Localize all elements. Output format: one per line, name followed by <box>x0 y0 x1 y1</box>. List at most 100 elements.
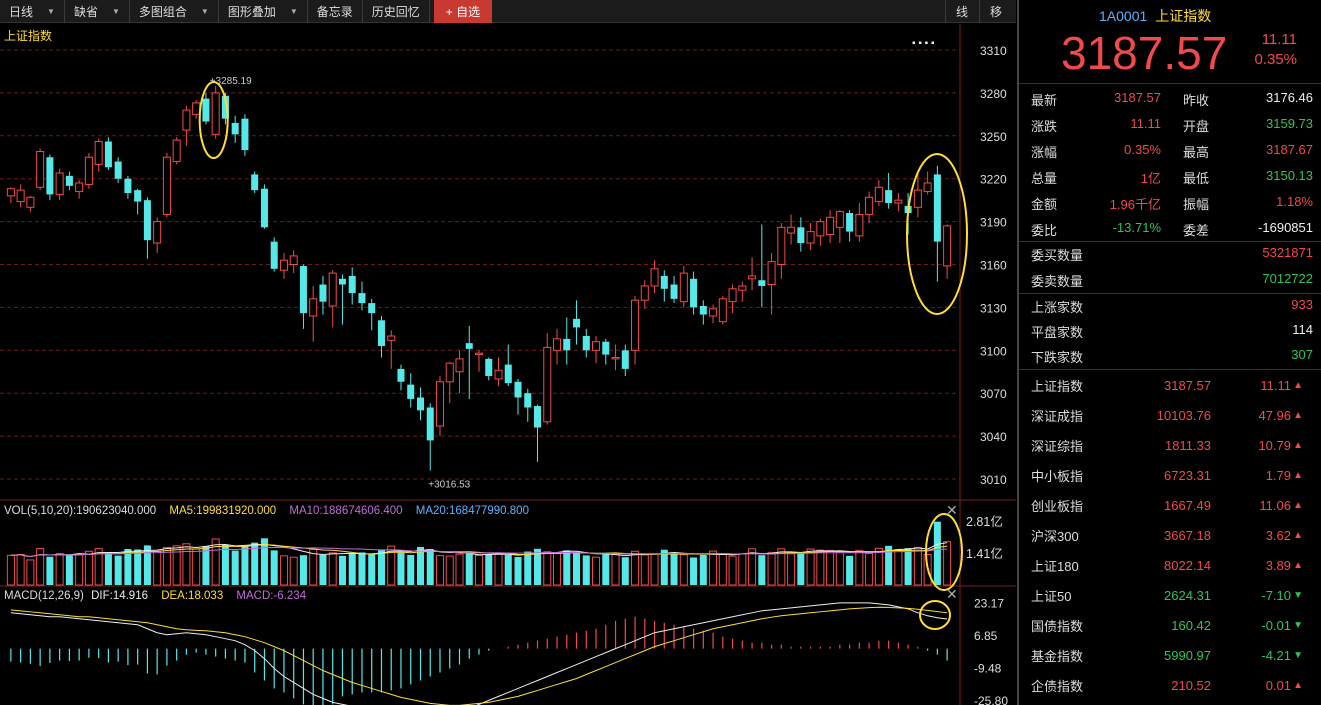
index-price: 10103.76 <box>1156 407 1211 423</box>
candle-body <box>602 341 610 355</box>
candle-body <box>524 393 532 408</box>
move-button[interactable]: 移 <box>979 0 1012 23</box>
kline-chart[interactable]: 3310 3280 3250 3220 3190 3160 3130 3100 3070 3040… <box>0 24 1016 705</box>
index-row[interactable]: 上证180 8022.14 3.89 ▲ <box>1019 550 1321 580</box>
quote-label: 涨跌 <box>1031 118 1058 134</box>
period-dropdown[interactable]: 日线 ▼ <box>0 0 65 23</box>
divider <box>1019 83 1321 84</box>
quote-value: 1.18% <box>1276 193 1313 209</box>
index-price: 160.42 <box>1171 617 1211 633</box>
volume-bar <box>485 554 493 585</box>
volume-bar <box>758 555 766 585</box>
index-row[interactable]: 深证综指 1811.33 10.79 ▲ <box>1019 430 1321 460</box>
dropdown-arrow-icon: ▼ <box>47 6 55 16</box>
index-row[interactable]: 上证指数 3187.57 11.11 ▲ <box>1019 370 1321 400</box>
index-row[interactable]: 沪深300 3667.18 3.62 ▲ <box>1019 520 1321 550</box>
chart-area[interactable]: 3310 3280 3250 3220 3190 3160 3130 3100 3070 3040… <box>0 24 1016 705</box>
index-row[interactable]: 基金指数 5990.97 -4.21 ▼ <box>1019 640 1321 670</box>
overlay-dropdown[interactable]: 图形叠加 ▼ <box>219 0 308 23</box>
security-header: 1A0001 上证指数 <box>1099 6 1219 26</box>
buy-qty-row: 委买数量 5321871 <box>1019 241 1321 267</box>
candle-body <box>368 303 376 314</box>
line-button[interactable]: 线 <box>945 0 978 23</box>
y-tick-label: 3280 <box>980 87 1007 101</box>
quote-label: 昨收 <box>1183 92 1210 108</box>
candle-body <box>611 356 620 360</box>
volume-bar <box>299 555 307 585</box>
quote-value: 1.96千亿 <box>1109 196 1161 212</box>
candle-body <box>709 308 718 317</box>
close-vol-icon[interactable]: ✕ <box>946 502 958 519</box>
candle-body <box>738 285 747 291</box>
candle-body <box>84 156 93 185</box>
add-favorite-button[interactable]: + 自选 <box>433 0 493 23</box>
candle-body <box>670 284 678 299</box>
quote-value: -13.71% <box>1112 219 1161 235</box>
overlay-label: 图形叠加 <box>227 4 276 19</box>
candle-body <box>534 406 542 428</box>
volume-bar <box>602 554 610 585</box>
candle-body <box>846 213 854 232</box>
volume-bar <box>241 546 249 585</box>
quote-table: 最新 3187.57 昨收 3176.46 涨跌 11.11 开盘 3159.73 涨幅 0.35… <box>1019 86 1321 242</box>
candle-body <box>913 189 922 208</box>
volume-bar <box>504 554 512 585</box>
volume-bar <box>348 553 356 585</box>
index-name: 创业板指 <box>1031 498 1084 514</box>
volume-bar <box>640 554 649 586</box>
quote-value: 3187.57 <box>1114 89 1161 105</box>
candle-body <box>874 186 883 203</box>
index-change: -0.01 <box>1261 617 1291 633</box>
volume-bar <box>153 550 162 586</box>
index-name: 企债指数 <box>1031 678 1084 694</box>
up-count-row: 上涨家数 933 <box>1019 294 1321 319</box>
volume-bar <box>660 549 668 585</box>
security-code: 1A0001 <box>1099 8 1148 24</box>
stock-app: 日线 ▼ 缺省 ▼ 多图组合 ▼ 图形叠加 ▼ 备忘录 历史回忆 + 自选 线 移 33… <box>0 0 1321 705</box>
volume-bar <box>611 553 620 586</box>
candle-body <box>251 174 259 191</box>
candle-body <box>309 298 318 317</box>
quote-label: 最新 <box>1031 92 1058 108</box>
down-count-row: 下跌家数 307 <box>1019 344 1321 369</box>
candle-body <box>192 102 201 115</box>
flat-count-row: 平盘家数 114 <box>1019 319 1321 344</box>
index-price: 8022.14 <box>1164 557 1211 573</box>
default-dropdown[interactable]: 缺省 ▼ <box>65 0 130 23</box>
volume-bar <box>124 549 132 585</box>
candle-body <box>407 384 415 399</box>
candle-body <box>767 261 776 286</box>
vol-tick-label: 1.41亿 <box>966 546 1003 561</box>
close-macd-icon[interactable]: ✕ <box>946 586 958 603</box>
candle-body <box>260 188 268 228</box>
volume-bar <box>553 552 562 586</box>
arrow-up-icon: ▲ <box>1293 679 1303 691</box>
index-row[interactable]: 企债指数 210.52 0.01 ▲ <box>1019 670 1321 700</box>
volume-bar <box>894 549 903 586</box>
indicator-dots[interactable]: ▪ ▪ ▪ ▪ <box>912 38 935 49</box>
multi-chart-dropdown[interactable]: 多图组合 ▼ <box>130 0 219 23</box>
candle-body <box>445 362 454 383</box>
candle-body <box>75 182 84 193</box>
candle-body <box>543 346 552 423</box>
index-row[interactable]: 国债指数 160.42 -0.01 ▼ <box>1019 610 1321 640</box>
index-row[interactable]: 深证成指 10103.76 47.96 ▲ <box>1019 400 1321 430</box>
index-row[interactable]: 上证50 2624.31 -7.10 ▼ <box>1019 580 1321 610</box>
history-button[interactable]: 历史回忆 <box>363 0 430 23</box>
index-name: 上证指数 <box>1031 378 1084 394</box>
candle-body <box>797 227 805 244</box>
volume-bar <box>407 554 415 585</box>
memo-button[interactable]: 备忘录 <box>308 0 363 23</box>
index-price: 1811.33 <box>1164 437 1211 453</box>
candle-body <box>718 298 727 323</box>
index-row[interactable]: 中小板指 6723.31 1.79 ▲ <box>1019 460 1321 490</box>
quote-row: 最新 3187.57 昨收 3176.46 <box>1019 86 1321 112</box>
volume-bar <box>134 549 142 585</box>
volume-bar <box>592 556 601 586</box>
candle-body <box>455 358 464 373</box>
index-change: 11.11 <box>1260 377 1291 393</box>
volume-bar <box>211 538 220 586</box>
volume-bar <box>874 547 883 586</box>
volume-bar <box>309 548 318 586</box>
index-row[interactable]: 创业板指 1667.49 11.06 ▲ <box>1019 490 1321 520</box>
